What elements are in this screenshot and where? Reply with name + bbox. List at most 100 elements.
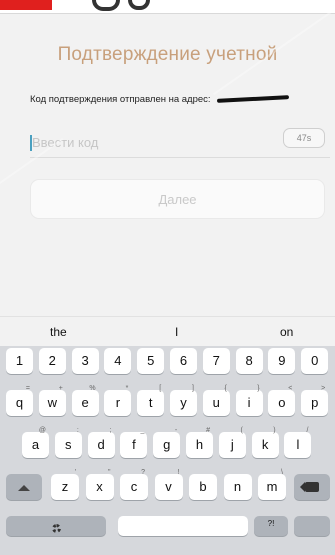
key-label: g: [163, 437, 171, 452]
key-label: n: [233, 479, 242, 494]
key-hint: _: [140, 427, 145, 434]
key-g[interactable]: g-: [153, 427, 181, 458]
key-m[interactable]: m \: [258, 469, 286, 500]
key-label: r: [115, 395, 121, 410]
shift-key[interactable]: [6, 474, 42, 500]
gear-icon: [51, 524, 61, 533]
key-2[interactable]: 2: [38, 348, 66, 374]
key-h[interactable]: h #: [186, 427, 213, 458]
redacted-email: [217, 95, 290, 104]
key-3[interactable]: 3: [71, 348, 99, 374]
next-button[interactable]: Далее: [30, 179, 325, 219]
keyboard-row-3: z ' x " c? v! b n m \: [0, 469, 335, 502]
key-label: l: [296, 437, 300, 452]
key-label: p: [311, 395, 319, 410]
key-k[interactable]: k): [251, 427, 279, 458]
key-q[interactable]: q =: [6, 385, 33, 416]
key-u[interactable]: u{: [202, 385, 230, 416]
key-e[interactable]: e%: [71, 385, 99, 416]
key-hint: /: [306, 427, 309, 434]
key-hint: @: [38, 427, 46, 434]
key-6[interactable]: 6: [170, 348, 197, 374]
key-v[interactable]: v!: [154, 469, 183, 500]
key-0[interactable]: 0: [301, 348, 329, 374]
on-screen-keyboard: 1234567890 q = w + e% r * t[y] u{i} o < p > a @ s: d; f _…: [0, 346, 335, 555]
key-label: 2: [48, 353, 56, 368]
keyboard-number-row: 1 2 3 4 5 6 7 8 9 0: [0, 348, 335, 376]
key-hint: ;: [109, 427, 112, 434]
key-label: x: [96, 479, 103, 494]
resend-timer-button[interactable]: 47s: [283, 128, 325, 148]
key-hint: :: [76, 427, 79, 434]
key-label: v: [165, 479, 172, 494]
key-label: 9: [278, 353, 286, 368]
key-label: c: [130, 479, 138, 494]
suggestion-item[interactable]: on: [280, 325, 293, 339]
key-label: 6: [179, 353, 188, 368]
keyboard-row-2: a @ s: d; f _ g - h # j(k) l /: [0, 427, 335, 460]
settings-key[interactable]: [6, 516, 106, 536]
key-label: i: [247, 395, 251, 410]
key-hint: ?: [141, 469, 145, 476]
key-d[interactable]: d;: [87, 427, 115, 458]
key-n[interactable]: n: [223, 474, 252, 500]
key-label: t: [148, 395, 153, 410]
key-l[interactable]: l /: [284, 427, 312, 458]
key-label: h: [195, 437, 204, 452]
page-title: Подтверждение учетной: [57, 44, 278, 65]
key-hint: ": [108, 469, 111, 476]
key-a[interactable]: a @: [22, 427, 49, 458]
key-b[interactable]: b: [189, 474, 217, 500]
key-label: f: [132, 437, 136, 452]
enter-key[interactable]: [294, 516, 330, 536]
key-y[interactable]: y]: [170, 385, 197, 416]
key-f[interactable]: f _: [120, 427, 148, 458]
key-hint: *: [125, 385, 129, 392]
space-key[interactable]: [118, 516, 248, 536]
key-5[interactable]: 5: [137, 348, 165, 374]
text-caret: [30, 135, 32, 151]
key-w[interactable]: w +: [38, 385, 66, 416]
code-sent-notice: Код подтверждения отправлен на адрес:: [30, 94, 290, 105]
key-1[interactable]: 1: [6, 348, 33, 374]
key-t[interactable]: t[: [137, 385, 165, 416]
key-hint: ]: [192, 385, 194, 392]
key-9[interactable]: 9: [268, 348, 296, 374]
key-label: j: [230, 437, 234, 452]
key-7[interactable]: 7: [202, 348, 230, 374]
key-p[interactable]: p >: [301, 385, 329, 416]
backspace-key[interactable]: [294, 474, 330, 500]
key-hint: +: [58, 385, 63, 392]
key-hint: -: [174, 427, 178, 434]
key-hint: }: [257, 385, 260, 392]
key-hint: %: [89, 385, 96, 392]
key-hint: !: [177, 469, 180, 476]
suggestion-bar: the I on: [0, 316, 335, 346]
key-z[interactable]: z ': [51, 469, 79, 500]
key-8[interactable]: 8: [235, 348, 263, 374]
key-i[interactable]: i}: [235, 385, 263, 416]
key-label: o: [278, 395, 286, 410]
key-label: 3: [81, 353, 89, 368]
key-x[interactable]: x ": [85, 469, 114, 500]
key-hint: =: [25, 385, 30, 392]
key-o[interactable]: o <: [268, 385, 296, 416]
key-label: m: [266, 479, 278, 494]
key-j[interactable]: j(: [218, 427, 246, 458]
key-label: 1: [15, 353, 24, 368]
key-label: y: [180, 395, 187, 410]
key-label: 8: [245, 353, 253, 368]
suggestion-item[interactable]: the: [50, 325, 67, 339]
key-c[interactable]: c?: [120, 469, 148, 500]
key-label: e: [81, 395, 89, 410]
symbols-key[interactable]: ?!: [254, 516, 288, 536]
key-hint: >: [321, 385, 326, 392]
keyboard-row-1: q = w + e% r * t[y] u{i} o < p >: [0, 385, 335, 418]
header-logo-glyph: [128, 0, 150, 10]
header-logo-glyph: [92, 0, 120, 11]
key-4[interactable]: 4: [104, 348, 132, 374]
key-r[interactable]: r *: [104, 385, 132, 416]
key-hint: #: [206, 427, 210, 434]
suggestion-item[interactable]: I: [175, 325, 178, 339]
key-s[interactable]: s:: [54, 427, 82, 458]
